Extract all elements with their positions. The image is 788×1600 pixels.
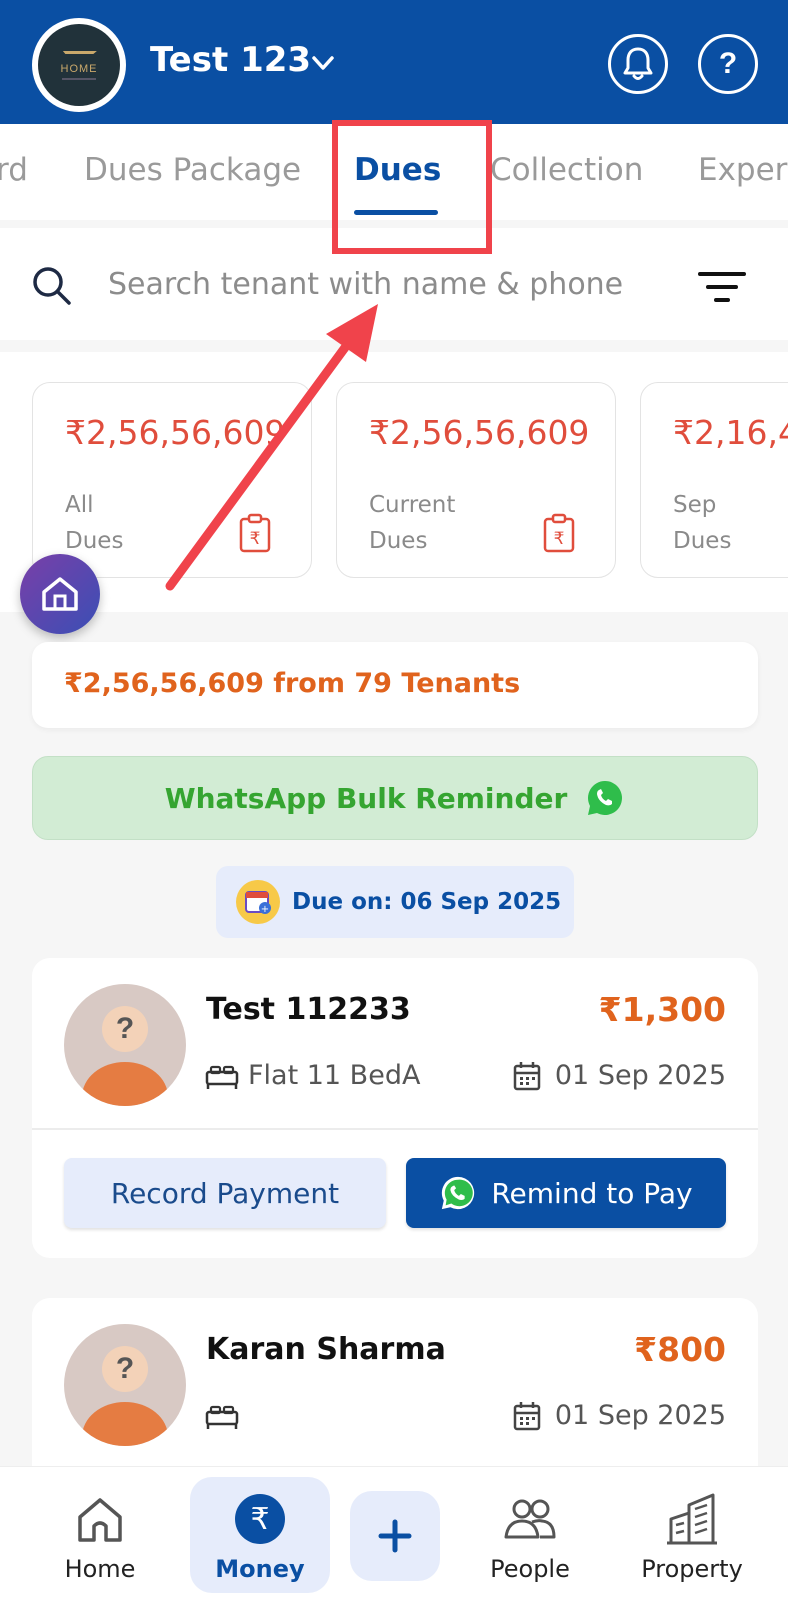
svg-text:₹: ₹ bbox=[250, 1502, 269, 1537]
logo-roof-mark bbox=[61, 50, 97, 61]
bell-icon bbox=[623, 47, 653, 80]
nav-people-label: People bbox=[490, 1555, 570, 1583]
remind-to-pay-label: Remind to Pay bbox=[491, 1176, 693, 1210]
tenant-card[interactable]: ? Test 112233 ₹1,300 Flat 11 BedA 01 Sep… bbox=[32, 958, 758, 1258]
nav-money[interactable]: ₹ Money bbox=[210, 1467, 310, 1600]
add-button[interactable] bbox=[350, 1491, 440, 1581]
floating-home-button[interactable] bbox=[20, 554, 100, 634]
card-amount: ₹2,56,56,609 bbox=[65, 413, 286, 452]
tenant-name: Karan Sharma bbox=[206, 1332, 446, 1367]
tab-expenses-partial[interactable]: Exper bbox=[698, 152, 787, 188]
summary-card-all-dues[interactable]: ₹2,56,56,609 All Dues ₹ bbox=[32, 382, 312, 578]
bottom-navigation: Home ₹ Money People Property bbox=[0, 1466, 788, 1600]
summary-card-current-dues[interactable]: ₹2,56,56,609 Current Dues ₹ bbox=[336, 382, 616, 578]
question-mark-icon: ? bbox=[718, 47, 738, 80]
card-label-line1: All bbox=[65, 492, 94, 518]
search-input[interactable] bbox=[108, 256, 668, 312]
nav-property-label: Property bbox=[641, 1555, 743, 1583]
card-amount: ₹2,56,56,609 bbox=[369, 413, 590, 452]
card-label-line1: Current bbox=[369, 492, 456, 518]
total-dues-text: ₹2,56,56,609 from 79 Tenants bbox=[64, 668, 521, 699]
nav-money-label: Money bbox=[215, 1555, 305, 1583]
home-icon bbox=[42, 577, 78, 611]
whatsapp-bulk-reminder-button[interactable]: WhatsApp Bulk Reminder bbox=[32, 756, 758, 840]
tenant-due-amount: ₹800 bbox=[634, 1330, 726, 1369]
avatar-body bbox=[82, 1402, 168, 1446]
nav-home-label: Home bbox=[64, 1555, 136, 1583]
rupee-receipt-icon: ₹ bbox=[239, 513, 271, 553]
annotation-highlight-box bbox=[332, 120, 492, 254]
nav-home[interactable]: Home bbox=[60, 1467, 140, 1600]
tab-collection[interactable]: Collection bbox=[490, 152, 643, 188]
total-dues-banner: ₹2,56,56,609 from 79 Tenants bbox=[32, 642, 758, 728]
logo-image: HOME bbox=[38, 24, 120, 106]
whatsapp-icon bbox=[442, 1176, 475, 1210]
svg-text:+: + bbox=[261, 904, 269, 915]
card-divider bbox=[32, 1128, 758, 1130]
card-label: Sep Dues bbox=[673, 487, 788, 559]
rupee-icon: ₹ bbox=[232, 1491, 288, 1547]
card-label-line1: Sep bbox=[673, 492, 717, 518]
tab-dashboard-partial[interactable]: rd bbox=[0, 152, 28, 188]
notification-bell-button[interactable] bbox=[608, 34, 668, 94]
tenant-name: Test 112233 bbox=[206, 992, 411, 1027]
dues-summary-cards: ₹2,56,56,609 All Dues ₹ ₹2,56,56,609 Cur… bbox=[0, 352, 788, 612]
logo-underline bbox=[62, 77, 96, 80]
avatar-head: ? bbox=[102, 1006, 148, 1052]
due-date-text: 01 Sep 2025 bbox=[554, 1400, 726, 1431]
app-header: HOME Test 123 ? bbox=[0, 0, 788, 124]
calendar-icon: + bbox=[236, 880, 280, 924]
plus-icon bbox=[378, 1519, 412, 1553]
avatar-head: ? bbox=[102, 1346, 148, 1392]
calendar-icon bbox=[513, 1402, 541, 1431]
card-label: Current Dues bbox=[369, 487, 489, 559]
avatar-body bbox=[82, 1062, 168, 1106]
home-icon bbox=[72, 1491, 128, 1547]
remind-to-pay-button[interactable]: Remind to Pay bbox=[406, 1158, 726, 1228]
avatar-placeholder: ? bbox=[115, 1352, 135, 1385]
building-icon bbox=[664, 1491, 720, 1547]
card-label-line2: Dues bbox=[369, 528, 428, 554]
card-amount: ₹2,16,4 bbox=[673, 413, 788, 452]
bed-icon bbox=[205, 1065, 239, 1089]
whatsapp-bulk-label: WhatsApp Bulk Reminder bbox=[164, 781, 568, 815]
calendar-icon bbox=[513, 1062, 541, 1091]
logo-text: HOME bbox=[60, 62, 98, 75]
tenant-due-amount: ₹1,300 bbox=[598, 990, 726, 1029]
due-date-pill: + Due on: 06 Sep 2025 bbox=[216, 866, 574, 938]
card-label-line2: Dues bbox=[673, 528, 732, 554]
room-text: Flat 11 BedA bbox=[248, 1060, 421, 1091]
nav-people[interactable]: People bbox=[480, 1467, 580, 1600]
people-icon bbox=[502, 1491, 558, 1547]
nav-property[interactable]: Property bbox=[624, 1467, 760, 1600]
card-label-line2: Dues bbox=[65, 528, 124, 554]
rupee-receipt-icon: ₹ bbox=[543, 513, 575, 553]
avatar: ? bbox=[64, 984, 186, 1106]
due-on-text: Due on: 06 Sep 2025 bbox=[292, 889, 562, 915]
due-date-text: 01 Sep 2025 bbox=[554, 1060, 726, 1091]
card-label: All Dues bbox=[65, 487, 185, 559]
summary-card-sep-dues[interactable]: ₹2,16,4 Sep Dues bbox=[640, 382, 788, 578]
property-name[interactable]: Test 123 bbox=[150, 40, 311, 80]
svg-text:₹: ₹ bbox=[250, 529, 261, 549]
search-icon bbox=[33, 267, 71, 305]
avatar: ? bbox=[64, 1324, 186, 1446]
chevron-down-icon[interactable] bbox=[310, 50, 336, 76]
svg-text:₹: ₹ bbox=[554, 529, 565, 549]
property-logo[interactable]: HOME bbox=[32, 18, 126, 112]
bed-icon bbox=[205, 1405, 239, 1429]
tab-dues-package[interactable]: Dues Package bbox=[84, 152, 301, 188]
help-button[interactable]: ? bbox=[698, 34, 758, 94]
record-payment-button[interactable]: Record Payment bbox=[64, 1158, 386, 1228]
whatsapp-icon bbox=[588, 781, 623, 815]
filter-icon[interactable] bbox=[698, 270, 746, 306]
avatar-placeholder: ? bbox=[115, 1012, 135, 1045]
